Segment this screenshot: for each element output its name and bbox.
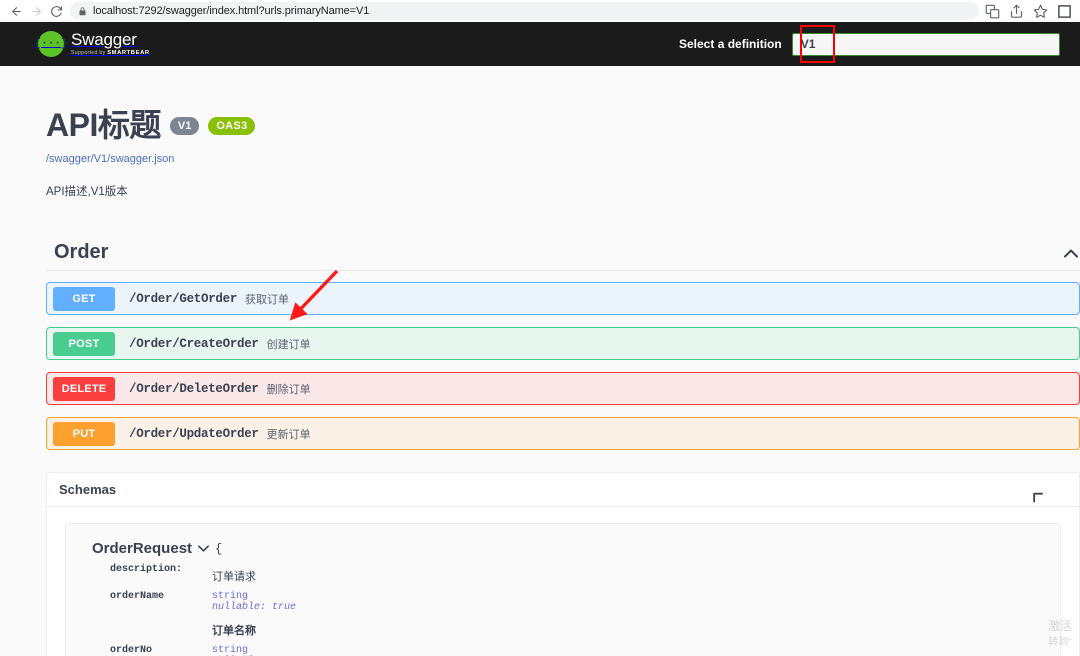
back-arrow-icon[interactable] — [6, 1, 26, 21]
schema-property-description: 订单名称 — [212, 625, 256, 637]
browser-action-icons — [985, 4, 1074, 19]
smartbear-brand: SMARTBEAR — [107, 50, 150, 57]
operation-path: /Order/DeleteOrder — [129, 381, 259, 396]
operation-summary: 获取订单 — [245, 293, 290, 306]
oas-version-badge: OAS3 — [208, 117, 256, 135]
schema-model-orderrequest: OrderRequest { description: 订单请求 orderNa… — [65, 523, 1061, 656]
swagger-logo-subtitle: Supported by SMARTBEAR — [71, 50, 150, 57]
reload-icon[interactable] — [46, 1, 66, 21]
schema-property-row: orderName string nullable: true 订单名称 — [92, 591, 1060, 638]
delete-method-badge: DELETE — [53, 376, 115, 401]
operation-path: /Order/GetOrder — [129, 291, 238, 306]
chevron-down-icon[interactable] — [198, 543, 209, 555]
schema-property-value: stringnullable: true订单编号 — [212, 645, 1060, 656]
tag-section-order: Order GET/Order/GetOrder 获取订单 POST/Order/C… — [0, 241, 1080, 450]
schemas-header[interactable]: Schemas — [47, 473, 1079, 507]
tag-title-order: Order — [54, 241, 109, 263]
swagger-json-link[interactable]: /swagger/V1/swagger.json — [46, 153, 1080, 165]
operation-summary: 创建订单 — [266, 338, 311, 351]
tag-header-order[interactable]: Order — [46, 241, 1080, 271]
operation-summary: 更新订单 — [266, 428, 311, 441]
bookmark-star-icon[interactable] — [1033, 4, 1048, 19]
definition-selector-area: Select a definition V1 — [679, 22, 1080, 66]
schema-open-brace: { — [215, 541, 223, 556]
swagger-logo-title: Swagger — [71, 30, 137, 50]
schema-property-row: orderNo stringnullable: true订单编号 — [92, 645, 1060, 656]
schemas-title: Schemas — [59, 482, 117, 497]
lock-icon — [79, 6, 86, 15]
operations-list: GET/Order/GetOrder 获取订单 POST/Order/CreateO… — [46, 282, 1080, 450]
schema-property-value: string nullable: true 订单名称 — [212, 591, 1060, 638]
schema-model-name: OrderRequest — [92, 540, 193, 557]
chevron-up-icon[interactable] — [1064, 247, 1078, 261]
swagger-topbar: {···} Swagger Supported by SMARTBEAR Sel… — [0, 22, 1080, 66]
api-description: API描述,V1版本 — [46, 186, 128, 198]
delete-operation-row[interactable]: DELETE/Order/DeleteOrder 删除订单 — [46, 372, 1080, 405]
share-icon[interactable] — [1009, 4, 1024, 19]
schema-description-value: 订单请求 — [212, 571, 256, 583]
put-operation-row[interactable]: PUT/Order/UpdateOrder 更新订单 — [46, 417, 1080, 450]
api-version-badge: V1 — [169, 117, 200, 135]
schemas-section: Schemas OrderRequest { description: 订单请求 — [46, 472, 1080, 656]
swagger-logo-icon: {···} — [35, 31, 68, 57]
post-operation-row[interactable]: POST/Order/CreateOrder 创建订单 — [46, 327, 1080, 360]
schema-property-key: orderNo — [110, 645, 153, 656]
schema-model-header[interactable]: OrderRequest { — [92, 540, 1060, 557]
operation-path: /Order/UpdateOrder — [129, 426, 259, 441]
definition-label: Select a definition — [679, 37, 782, 51]
supported-by-text: Supported by — [71, 50, 108, 57]
profile-icon[interactable] — [1057, 4, 1072, 19]
browser-toolbar: localhost:7292/swagger/index.html?urls.p… — [0, 0, 1080, 22]
definition-select[interactable]: V1 — [791, 32, 1060, 56]
operation-summary: 删除订单 — [266, 383, 311, 396]
schema-property-type: string — [212, 591, 249, 602]
api-title-row: API标题 V1 OAS3 — [46, 100, 1080, 146]
schema-property-type: string — [212, 645, 249, 656]
swagger-ui-page: API标题 V1 OAS3 /swagger/V1/swagger.json A… — [0, 66, 1080, 656]
page-title: API标题 — [46, 107, 161, 143]
operation-path: /Order/CreateOrder — [129, 336, 259, 351]
schema-property-key: orderName — [110, 591, 165, 602]
put-method-badge: PUT — [53, 421, 115, 446]
post-method-badge: POST — [53, 331, 115, 356]
translate-icon[interactable] — [985, 4, 1000, 19]
schema-properties: description: 订单请求 orderName string nullabl… — [92, 564, 1060, 656]
get-method-badge: GET — [53, 286, 115, 311]
schema-description-value-wrap: 订单请求 — [212, 564, 1060, 584]
get-operation-row[interactable]: GET/Order/GetOrder 获取订单 — [46, 282, 1080, 315]
forward-arrow-icon — [26, 1, 46, 21]
schema-description-row: description: 订单请求 — [92, 564, 1060, 584]
schema-property-nullable: nullable: true — [212, 602, 297, 613]
address-bar[interactable]: localhost:7292/swagger/index.html?urls.p… — [70, 2, 979, 20]
swagger-logo[interactable]: {···} Swagger Supported by SMARTBEAR — [35, 31, 150, 57]
schema-description-key: description: — [110, 564, 183, 575]
swagger-logo-text: Swagger Supported by SMARTBEAR — [71, 31, 150, 57]
url-text: localhost:7292/swagger/index.html?urls.p… — [93, 5, 370, 17]
api-info-block: API标题 V1 OAS3 /swagger/V1/swagger.json A… — [0, 66, 1080, 199]
